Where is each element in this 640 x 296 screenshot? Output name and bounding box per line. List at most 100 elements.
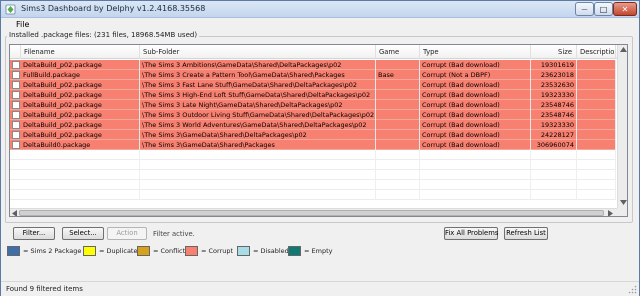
description-cell (577, 140, 616, 150)
legend-swatch (7, 245, 20, 256)
scroll-up-icon[interactable] (620, 47, 627, 52)
menu-file[interactable]: File (12, 20, 33, 29)
row-checkbox[interactable] (12, 131, 20, 139)
size-cell: 23548746 (531, 110, 577, 120)
game-cell (376, 130, 420, 140)
table-row[interactable]: DeltaBuild0.package \The Sims 3\GameData… (10, 140, 616, 150)
game-cell: Base (376, 70, 420, 80)
filter-button[interactable]: Filter... (13, 227, 55, 240)
description-cell (577, 80, 616, 90)
row-checkbox[interactable] (12, 101, 20, 109)
game-cell (376, 80, 420, 90)
description-cell (577, 90, 616, 100)
horizontal-scrollbar[interactable] (10, 208, 617, 217)
select-button[interactable]: Select... (62, 227, 104, 240)
row-checkbox[interactable] (12, 141, 20, 149)
close-button[interactable]: ✕ (613, 2, 637, 16)
legend-disabled: = Disabled (237, 245, 289, 256)
table-row[interactable]: DeltaBuild_p02.package \The Sims 3 Outdo… (10, 110, 616, 120)
scroll-corner (617, 208, 627, 216)
table-row[interactable]: FullBuild.package \The Sims 3 Create a P… (10, 70, 616, 80)
action-button[interactable]: Action (107, 227, 147, 240)
empty-row (10, 160, 616, 170)
column-header-description[interactable]: Description (577, 45, 616, 59)
legend-swatch (185, 245, 198, 256)
subfolder-cell: \The Sims 3 Fast Lane Stuff\GameData\Sha… (140, 80, 376, 90)
minimize-button[interactable]: — (575, 2, 594, 16)
size-cell: 306960074 (531, 140, 577, 150)
type-cell: Corrupt (Not a DBPF) (420, 70, 531, 80)
filename-cell: DeltaBuild_p02.package (21, 130, 140, 140)
column-header-size[interactable]: Size (531, 45, 577, 59)
game-cell (376, 90, 420, 100)
scroll-right-icon[interactable] (608, 210, 613, 217)
row-checkbox[interactable] (12, 91, 20, 99)
table-row[interactable]: DeltaBuild_p02.package \The Sims 3 Ambit… (10, 60, 616, 70)
type-cell: Corrupt (Bad download) (420, 60, 531, 70)
maximize-button[interactable]: □ (594, 2, 613, 16)
description-cell (577, 120, 616, 130)
scroll-left-icon[interactable] (12, 210, 17, 217)
table-row[interactable]: DeltaBuild_p02.package \The Sims 3 High-… (10, 90, 616, 100)
description-cell (577, 60, 616, 70)
window-title: Sims3 Dashboard by Delphy v1.2.4168.3556… (21, 4, 206, 13)
scroll-down-icon[interactable] (620, 200, 627, 205)
legend-duplicate: = Duplicate (83, 245, 137, 256)
legend-label: = Conflict (153, 246, 186, 255)
game-cell (376, 100, 420, 110)
column-header-game[interactable]: Game (376, 45, 420, 59)
size-cell: 19323330 (531, 90, 577, 100)
row-checkbox[interactable] (12, 71, 20, 79)
filename-cell: DeltaBuild_p02.package (21, 60, 140, 70)
empty-row (10, 190, 616, 200)
row-checkbox[interactable] (12, 81, 20, 89)
subfolder-cell: \The Sims 3 Ambitions\GameData\Shared\De… (140, 60, 376, 70)
filename-cell: DeltaBuild_p02.package (21, 80, 140, 90)
refresh-list-button[interactable]: Refresh List (504, 227, 548, 240)
column-header-subfolder[interactable]: Sub-Folder (140, 45, 376, 59)
column-header-filename[interactable]: Filename (21, 45, 140, 59)
maximize-icon: □ (599, 4, 608, 14)
legend-label: = Corrupt (201, 246, 234, 255)
legend-conflict: = Conflict (137, 245, 185, 256)
legend-label: = Duplicate (99, 246, 138, 255)
type-cell: Corrupt (Bad download) (420, 110, 531, 120)
vertical-scrollbar[interactable] (617, 45, 627, 216)
legend-label: = Empty (304, 246, 333, 255)
subfolder-cell: \The Sims 3\GameData\Shared\Packages (140, 140, 376, 150)
size-cell: 23623018 (531, 70, 577, 80)
size-cell: 23532630 (531, 80, 577, 90)
horizontal-scroll-thumb[interactable] (19, 210, 604, 216)
game-cell (376, 120, 420, 130)
main-window: Sims3 Dashboard by Delphy v1.2.4168.3556… (0, 0, 640, 296)
resize-grip-icon[interactable] (628, 285, 637, 294)
column-header-type[interactable]: Type (420, 45, 531, 59)
row-checkbox[interactable] (12, 61, 20, 69)
subfolder-cell: \The Sims 3 Late Night\GameData\Shared\D… (140, 100, 376, 110)
table-row[interactable]: DeltaBuild_p02.package \The Sims 3\GameD… (10, 130, 616, 140)
empty-row (10, 150, 616, 160)
description-cell (577, 130, 616, 140)
column-header-check[interactable] (10, 45, 21, 59)
size-cell: 24228127 (531, 130, 577, 140)
title-bar[interactable]: Sims3 Dashboard by Delphy v1.2.4168.3556… (1, 1, 639, 18)
fix-all-problems-button[interactable]: Fix All Problems (444, 227, 498, 240)
empty-row (10, 170, 616, 180)
description-cell (577, 70, 616, 80)
size-cell: 19323330 (531, 120, 577, 130)
files-table[interactable]: Filename Sub-Folder Game Type Size Descr… (9, 44, 628, 217)
table-body: DeltaBuild_p02.package \The Sims 3 Ambit… (10, 60, 616, 200)
row-checkbox[interactable] (12, 111, 20, 119)
table-row[interactable]: DeltaBuild_p02.package \The Sims 3 Fast … (10, 80, 616, 90)
size-cell: 23548746 (531, 100, 577, 110)
legend-swatch (83, 245, 96, 256)
status-bar: Found 9 filtered items (1, 281, 639, 296)
table-row[interactable]: DeltaBuild_p02.package \The Sims 3 World… (10, 120, 616, 130)
game-cell (376, 110, 420, 120)
type-cell: Corrupt (Bad download) (420, 100, 531, 110)
type-cell: Corrupt (Bad download) (420, 80, 531, 90)
app-icon (5, 4, 16, 15)
row-checkbox[interactable] (12, 121, 20, 129)
table-row[interactable]: DeltaBuild_p02.package \The Sims 3 Late … (10, 100, 616, 110)
subfolder-cell: \The Sims 3 Create a Pattern Tool\GameDa… (140, 70, 376, 80)
